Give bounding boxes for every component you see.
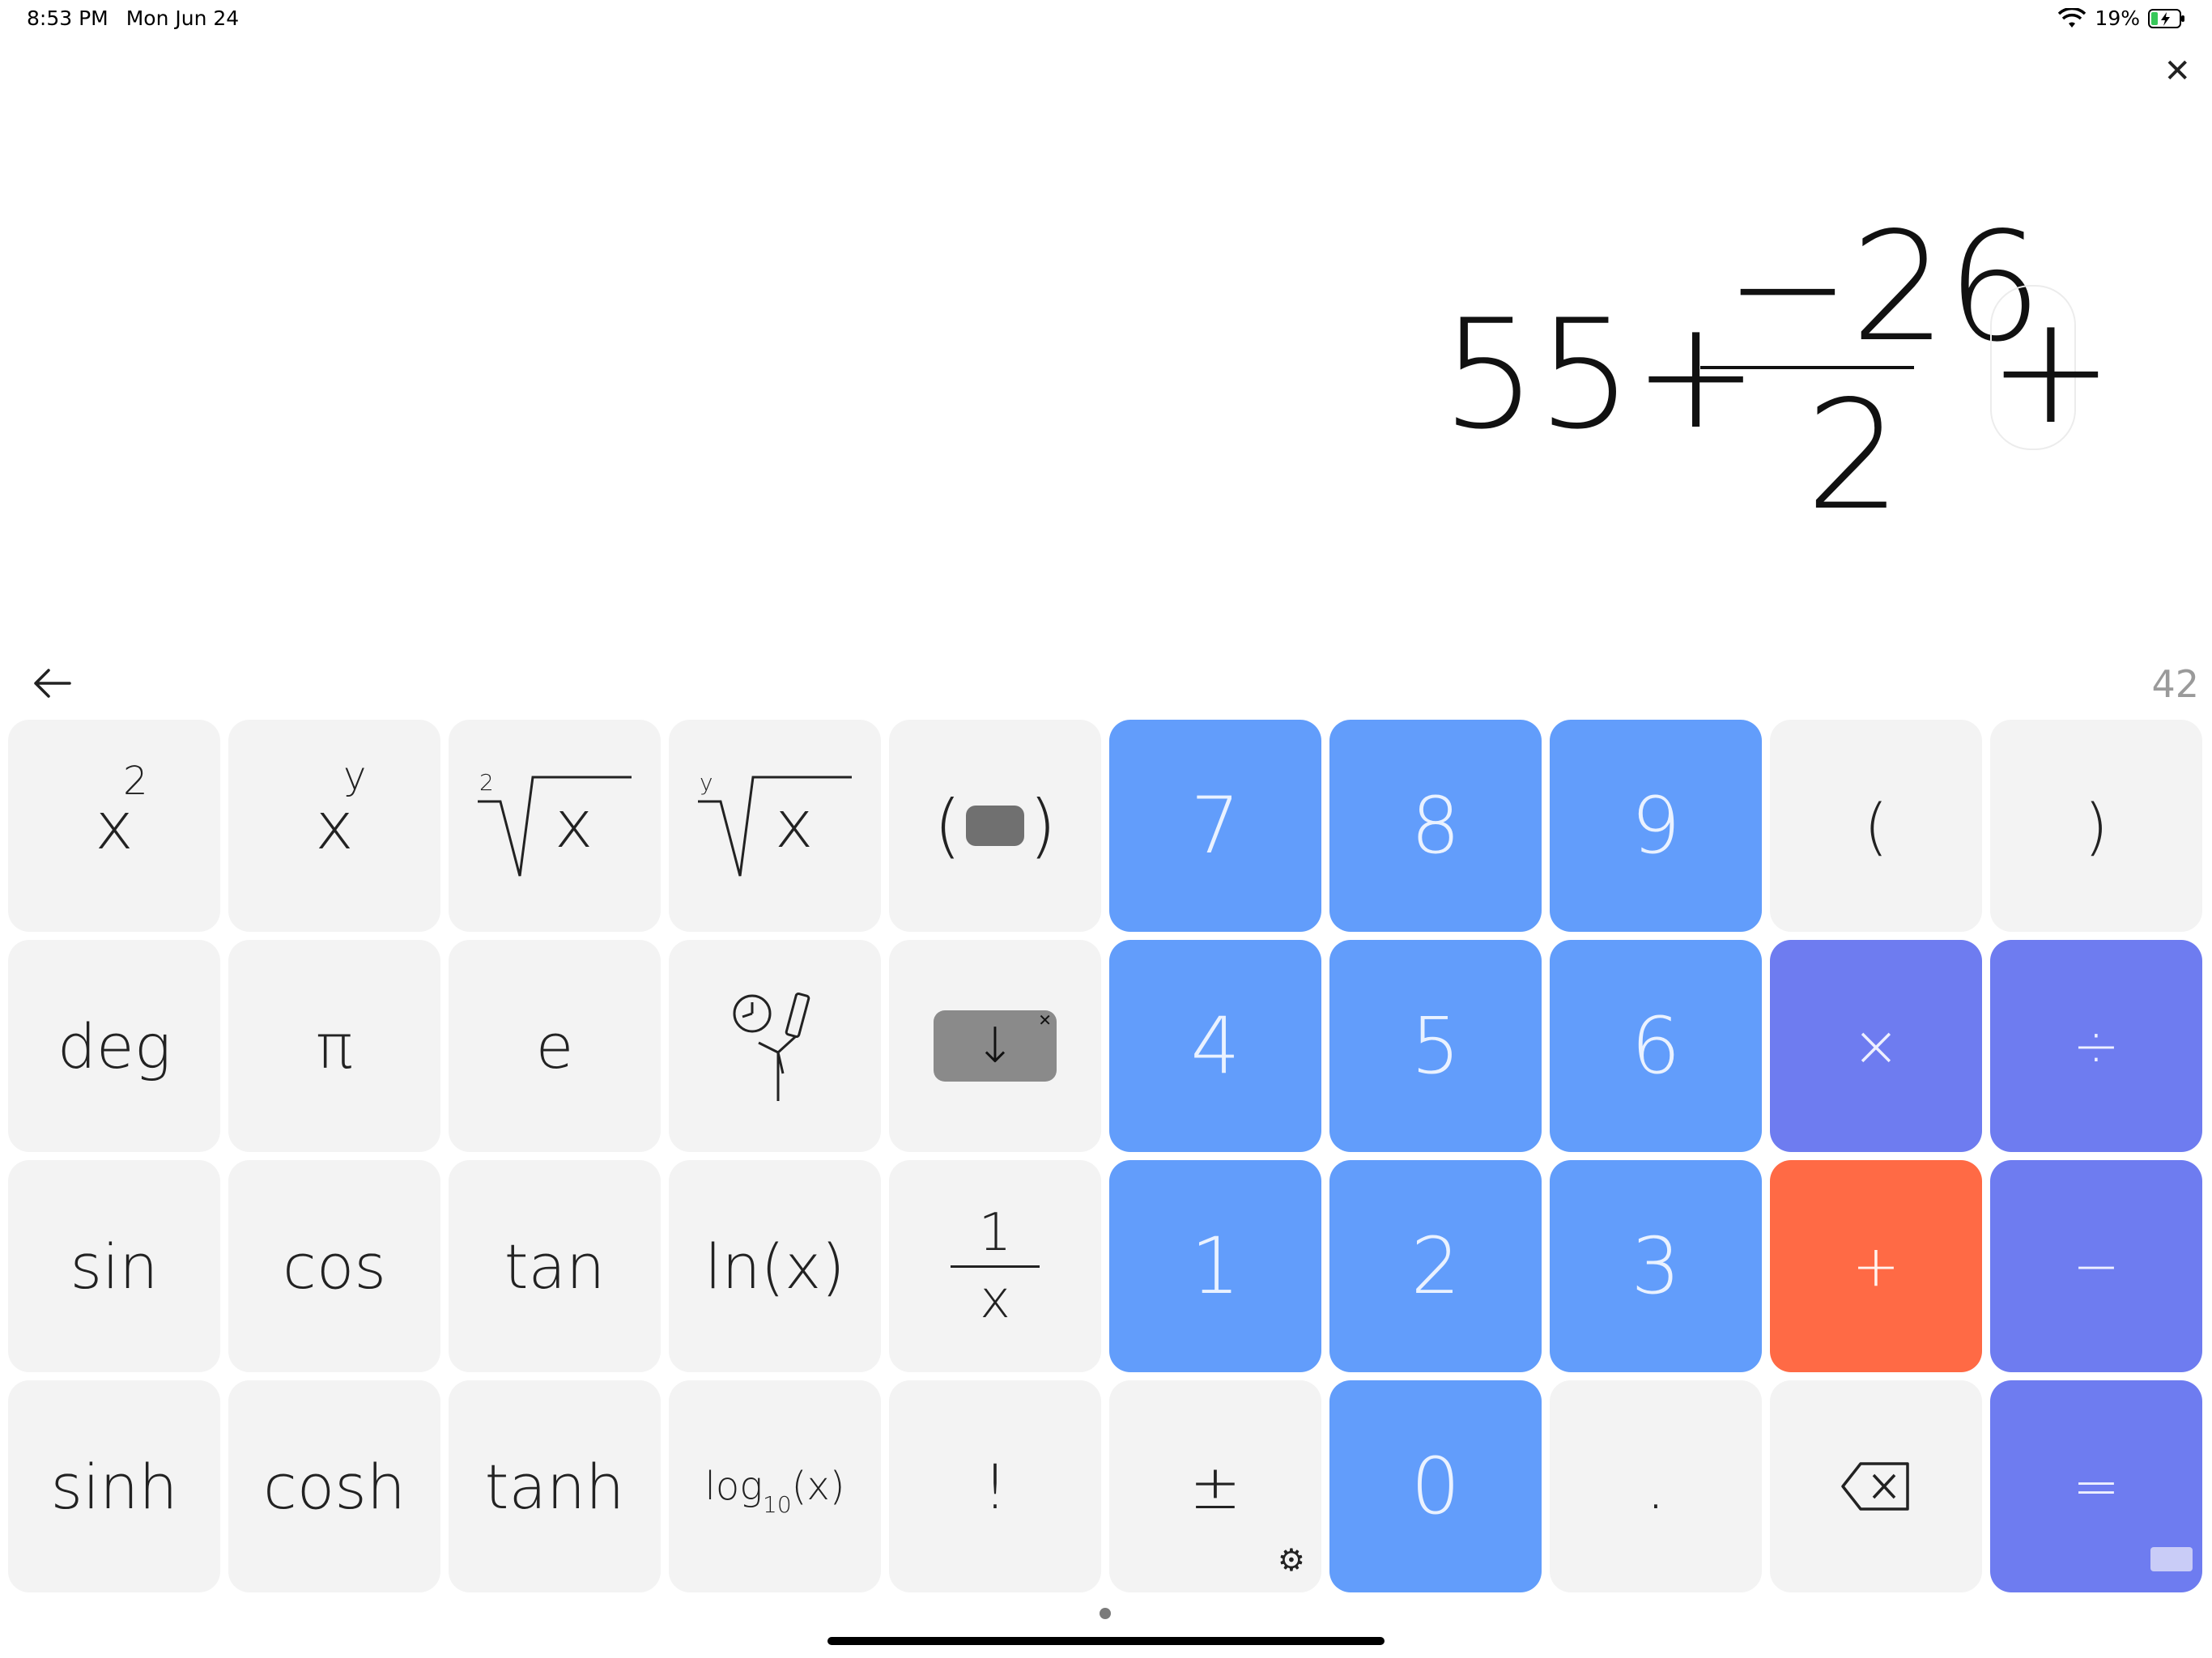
tanh-key[interactable]: tanh <box>449 1380 661 1592</box>
cos-key[interactable]: cos <box>228 1160 440 1372</box>
euler-e-key[interactable]: e <box>449 940 661 1152</box>
divide-key[interactable]: ÷ <box>1990 940 2202 1152</box>
digit-6-key[interactable]: 6 <box>1550 940 1762 1152</box>
open-paren-key[interactable]: ( <box>1770 720 1982 932</box>
home-indicator[interactable] <box>827 1637 1385 1645</box>
paren-left: ( <box>934 785 961 866</box>
x-power-y-base: x <box>315 788 354 864</box>
factorial-key[interactable]: ! <box>889 1380 1101 1592</box>
result-preview: 42 <box>2151 662 2199 706</box>
backspace-icon <box>1841 1462 1909 1511</box>
x-squared-key[interactable]: x 2 <box>8 720 220 932</box>
y-root-key[interactable]: y x <box>669 720 881 932</box>
close-paren-key[interactable]: ) <box>1990 720 2202 932</box>
keyboard-icon <box>2150 1547 2193 1571</box>
tan-key[interactable]: tan <box>449 1160 661 1372</box>
digit-9-key[interactable]: 9 <box>1550 720 1762 932</box>
natural-log-key[interactable]: ln(x) <box>669 1160 881 1372</box>
digit-7-key[interactable]: 7 <box>1109 720 1321 932</box>
parentheses-wrap-key[interactable]: ( ) <box>889 720 1101 932</box>
reciprocal-numerator: 1 <box>978 1202 1012 1263</box>
log-base: 10 <box>763 1491 792 1518</box>
cosh-key[interactable]: cosh <box>228 1380 440 1592</box>
log-label: log <box>704 1464 763 1509</box>
keypad: x 2 x y 2 x y x ( ) 7 8 9 ( ) deg π e ↓ … <box>8 720 2204 1592</box>
status-bar-left: 8:53 PM Mon Jun 24 <box>27 6 239 30</box>
close-icon[interactable]: ✕ <box>2163 55 2191 87</box>
expression-trailing-operator: + <box>1988 282 2114 457</box>
digit-0-key[interactable]: 0 <box>1329 1380 1542 1592</box>
pi-key[interactable]: π <box>228 940 440 1152</box>
x-power-y-exponent: y <box>343 754 367 799</box>
down-arrow: ↓ <box>974 1018 1016 1074</box>
digit-2-key[interactable]: 2 <box>1329 1160 1542 1372</box>
plus-minus-label: ± <box>1189 1450 1241 1523</box>
square-root-key[interactable]: 2 x <box>449 720 661 932</box>
back-arrow-icon[interactable] <box>31 665 73 701</box>
keyboard-down-icon: ↓ ✕ <box>934 1010 1057 1082</box>
x-power-y-key[interactable]: x y <box>228 720 440 932</box>
log10-key[interactable]: log 10 (x) <box>669 1380 881 1592</box>
paren-right: ) <box>1029 785 1057 866</box>
hide-keyboard-key[interactable]: ↓ ✕ <box>889 940 1101 1152</box>
equals-key[interactable]: = <box>1990 1380 2202 1592</box>
log-argument: (x) <box>791 1464 845 1509</box>
reciprocal-denominator: x <box>980 1269 1010 1330</box>
expression-whole: 55+ <box>1441 287 1759 462</box>
reciprocal-bar <box>951 1265 1040 1268</box>
backspace-key[interactable] <box>1770 1380 1982 1592</box>
status-time: 8:53 PM <box>27 6 108 30</box>
unit-conversion-key[interactable] <box>669 940 881 1152</box>
battery-percent: 19% <box>2095 6 2140 30</box>
decimal-point-key[interactable]: . <box>1550 1380 1762 1592</box>
equals-label: = <box>2072 1453 2121 1520</box>
unit-conversion-icon <box>733 992 810 1101</box>
small-close-icon: ✕ <box>1038 1010 1052 1030</box>
digit-8-key[interactable]: 8 <box>1329 720 1542 932</box>
reciprocal-key[interactable]: 1 x <box>889 1160 1101 1372</box>
degree-key[interactable]: deg <box>8 940 220 1152</box>
sinh-key[interactable]: sinh <box>8 1380 220 1592</box>
sqrt-radicand: x <box>555 787 593 862</box>
digit-1-key[interactable]: 1 <box>1109 1160 1321 1372</box>
digit-3-key[interactable]: 3 <box>1550 1160 1762 1372</box>
yroot-radicand: x <box>775 787 814 862</box>
sin-key[interactable]: sin <box>8 1160 220 1372</box>
status-bar-right: 19% <box>2057 6 2185 30</box>
digit-4-key[interactable]: 4 <box>1109 940 1321 1152</box>
battery-charging-icon <box>2148 8 2184 28</box>
status-date: Mon Jun 24 <box>125 6 240 30</box>
placeholder-block-icon <box>966 806 1024 846</box>
settings-gear-icon[interactable]: ⚙ <box>1278 1542 1305 1578</box>
multiply-key[interactable]: × <box>1770 940 1982 1152</box>
minus-key[interactable]: − <box>1990 1160 2202 1372</box>
digit-5-key[interactable]: 5 <box>1329 940 1542 1152</box>
plus-minus-key[interactable]: ± ⚙ <box>1109 1380 1321 1592</box>
expression-denominator: 2 <box>1806 368 1902 543</box>
page-indicator <box>1100 1608 1111 1619</box>
plus-key[interactable]: + <box>1770 1160 1982 1372</box>
x-squared-exponent: 2 <box>123 759 148 804</box>
wifi-icon <box>2058 7 2087 28</box>
